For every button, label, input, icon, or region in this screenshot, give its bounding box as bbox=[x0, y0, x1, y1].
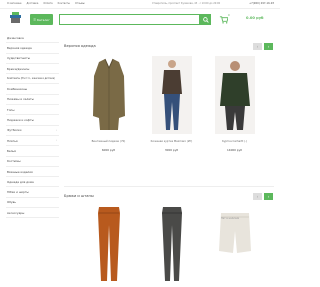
sidebar-item-label: Комплекты (M и т.п., женские и детские) bbox=[7, 77, 55, 81]
sidebar-item-label: Костюмы bbox=[7, 159, 21, 164]
sidebar-item-label: Пижамы и халаты bbox=[7, 97, 34, 102]
sidebar-item-jeanswear[interactable]: Джинсовка bbox=[6, 33, 59, 44]
sidebar-item-shoes[interactable]: Обувь bbox=[6, 198, 59, 209]
sidebar-item-tshirts[interactable]: Футболки › bbox=[6, 126, 59, 136]
catalog-button[interactable]: ☰ Каталог bbox=[30, 14, 53, 25]
search-button[interactable] bbox=[200, 14, 211, 25]
sidebar-item-hoodies[interactable]: Худи/свитшоты bbox=[6, 54, 59, 64]
store-phone[interactable]: +7(960) 297-16-93 bbox=[249, 2, 274, 5]
product-price: 14000 руб bbox=[227, 148, 242, 152]
sidebar-item-homewear[interactable]: Одежда для дома bbox=[6, 177, 59, 188]
sidebar-item-underwear[interactable]: Бельё bbox=[6, 146, 59, 157]
sidebar-item-label: Вязаные изделия bbox=[7, 169, 33, 174]
top-link-payment[interactable]: Оплата bbox=[43, 2, 52, 5]
sidebar-item-label: Джинсовка bbox=[7, 35, 24, 40]
sidebar-item-label: Худи/свитшоты bbox=[7, 56, 31, 61]
sidebar-item-label: Одежда для дома bbox=[7, 179, 34, 184]
prev-button[interactable]: ‹ bbox=[253, 193, 262, 200]
chevron-left-icon: ‹ bbox=[256, 44, 259, 49]
product-card[interactable]: Кожаная куртка Maxmaro (Ит) 3000 руб bbox=[144, 56, 199, 152]
sidebar-item-label: Обувь bbox=[7, 200, 16, 205]
sidebar-item-label: Футболки bbox=[7, 128, 22, 133]
product-image[interactable] bbox=[151, 56, 192, 134]
sidebar-item-label: Верхняя одежда bbox=[7, 45, 32, 50]
cart-total[interactable]: 0.00 руб bbox=[246, 16, 264, 20]
prev-button[interactable]: ‹ bbox=[253, 43, 262, 50]
sidebar-item-label: Аксессуары bbox=[7, 210, 25, 215]
section-divider bbox=[64, 186, 274, 187]
store-logo[interactable] bbox=[9, 11, 22, 24]
product-image[interactable] bbox=[214, 56, 255, 134]
product-card[interactable]: Винтажный пиджак (70) 6000 руб bbox=[81, 56, 136, 152]
chevron-right-icon: › bbox=[267, 194, 270, 199]
sidebar-item-knitwear[interactable]: Вязаные изделия bbox=[6, 167, 59, 178]
top-links: О магазине Доставка Оплата Контакты Отзы… bbox=[7, 2, 85, 5]
cart-icon[interactable] bbox=[219, 15, 228, 24]
sidebar-item-label: Пиджаки и кофты bbox=[7, 118, 34, 123]
sidebar-item-blazers[interactable]: Пиджаки и кофты bbox=[6, 115, 59, 126]
sidebar-item-skirts[interactable]: Юбки и шорты bbox=[6, 187, 59, 198]
top-link-delivery[interactable]: Доставка bbox=[27, 2, 39, 5]
product-price: 3000 руб bbox=[164, 148, 179, 152]
catalog-label: Каталог bbox=[36, 17, 50, 22]
product-image[interactable] bbox=[89, 56, 129, 134]
sidebar-item-suits[interactable]: Костюмы bbox=[6, 157, 59, 167]
section-nav-trousers: ‹ › bbox=[253, 193, 273, 200]
chevron-right-icon: › bbox=[267, 44, 270, 49]
product-card[interactable]: Нет в наличии bbox=[207, 205, 262, 287]
top-bar: О магазине Доставка Оплата Контакты Отзы… bbox=[0, 0, 280, 9]
product-image[interactable] bbox=[89, 205, 129, 283]
sidebar-item-label: Комбинезоны bbox=[7, 87, 28, 92]
product-image[interactable] bbox=[152, 205, 192, 283]
sidebar-item-overalls[interactable]: Комбинезоны bbox=[6, 84, 59, 95]
sidebar-item-accessories[interactable]: Аксессуары bbox=[6, 208, 59, 219]
sidebar-item-pajamas[interactable]: Пижамы и халаты bbox=[6, 95, 59, 106]
top-link-reviews[interactable]: Отзывы bbox=[75, 2, 85, 5]
chevron-right-icon: › bbox=[55, 139, 57, 143]
product-price: 6000 руб bbox=[101, 148, 116, 152]
product-card[interactable] bbox=[144, 205, 199, 287]
product-name[interactable]: Кожаная куртка Maxmaro (Ит) bbox=[144, 140, 199, 143]
sidebar-item-sets[interactable]: Комплекты (M и т.п., женские и детские) bbox=[6, 74, 59, 85]
sidebar-item-dresses[interactable]: Платья › bbox=[6, 136, 59, 147]
section-nav-outerwear: ‹ › bbox=[253, 43, 273, 50]
sidebar-item-label: Брюки/джинсы bbox=[7, 66, 30, 71]
section-title-trousers: Брюки и штаны bbox=[64, 194, 94, 198]
next-button[interactable]: › bbox=[264, 193, 273, 200]
sidebar-item-label: Юбки и шорты bbox=[7, 190, 29, 195]
product-name[interactable]: Куртка Carhartt (.) bbox=[207, 140, 262, 143]
sidebar-item-tops[interactable]: Топы bbox=[6, 105, 59, 116]
sidebar-item-jeans[interactable]: Брюки/джинсы bbox=[6, 64, 59, 75]
menu-icon: ☰ bbox=[33, 17, 36, 22]
next-button[interactable]: › bbox=[264, 43, 273, 50]
cart-count: 0 bbox=[228, 14, 230, 17]
chevron-left-icon: ‹ bbox=[256, 194, 259, 199]
sidebar-item-outerwear[interactable]: Верхняя одежда bbox=[6, 43, 59, 54]
out-of-stock-label: Нет в наличии bbox=[221, 217, 240, 220]
product-name[interactable]: Винтажный пиджак (70) bbox=[81, 140, 136, 143]
search-icon bbox=[202, 16, 209, 23]
store-address: Ставрополь, проспект Кулакова, 43 · с 10… bbox=[152, 2, 221, 5]
top-link-about[interactable]: О магазине bbox=[7, 2, 22, 5]
section-title-outerwear: Верхняя одежда bbox=[64, 44, 96, 48]
product-card[interactable] bbox=[81, 205, 136, 287]
product-card[interactable]: Куртка Carhartt (.) 14000 руб bbox=[207, 56, 262, 152]
sidebar-item-label: Платья bbox=[7, 138, 18, 143]
top-link-contacts[interactable]: Контакты bbox=[58, 2, 70, 5]
category-sidebar: Джинсовка Верхняя одежда Худи/свитшоты Б… bbox=[6, 33, 59, 219]
search-input[interactable] bbox=[59, 14, 200, 25]
sidebar-item-label: Топы bbox=[7, 107, 15, 112]
chevron-right-icon: › bbox=[55, 128, 57, 132]
sidebar-item-label: Бельё bbox=[7, 148, 16, 153]
